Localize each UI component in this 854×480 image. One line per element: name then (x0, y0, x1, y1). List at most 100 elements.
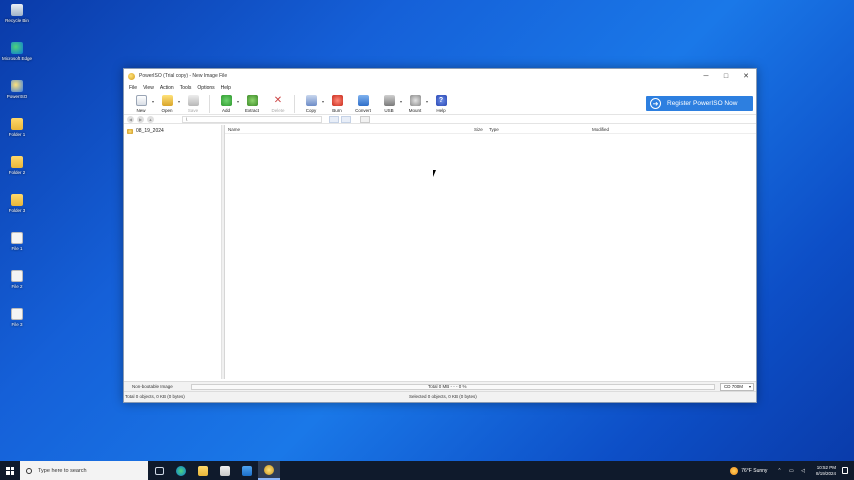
taskbar-poweriso[interactable] (258, 461, 280, 480)
menu-tools[interactable]: Tools (177, 85, 195, 91)
file-list-header: Name Size Type Modified (225, 125, 756, 134)
tray-icons[interactable]: ⌃ ▭ ◁ (777, 468, 808, 474)
clock[interactable]: 10:52 PM 8/19/2024 (816, 465, 836, 477)
desktop-icon-label: Folder 3 (8, 208, 26, 213)
taskbar-store[interactable] (214, 461, 236, 480)
menu-action[interactable]: Action (157, 85, 177, 91)
minimize-button[interactable]: ─ (696, 69, 716, 83)
edge-icon (11, 42, 23, 54)
menu-options[interactable]: Options (194, 85, 217, 91)
tree-item-root[interactable]: 08_19_2024 (127, 128, 221, 134)
desktop-icon-file-3[interactable]: File 3 (2, 308, 32, 327)
desktop-icon-file-2[interactable]: File 2 (2, 270, 32, 289)
copy-disc-icon (305, 95, 317, 106)
taskbar-search[interactable]: Type here to search (20, 461, 148, 480)
file-icon (11, 308, 23, 320)
copy-button[interactable]: Copy ▾ (298, 93, 324, 113)
menu-bar: File View Action Tools Options Help (124, 83, 756, 93)
help-button[interactable]: ? Help (428, 93, 454, 113)
add-button[interactable]: Add ▾ (213, 93, 239, 113)
column-name[interactable]: Name (228, 127, 240, 132)
toolbar-separator (294, 95, 295, 113)
taskbar-mail[interactable] (236, 461, 258, 480)
start-button[interactable] (0, 461, 20, 480)
desktop-icon-folder-3[interactable]: Folder 3 (2, 194, 32, 213)
arrow-right-icon: ➜ (650, 98, 661, 109)
path-input[interactable]: \ (182, 116, 322, 123)
burn-button[interactable]: Burn (324, 93, 350, 113)
desktop-icon-folder-2[interactable]: Folder 2 (2, 156, 32, 175)
help-icon: ? (435, 95, 447, 106)
recycle-bin-icon (11, 4, 23, 16)
desktop-icon-label: Recycle Bin (5, 18, 29, 23)
objects-total-label: Total 0 objects, 0 KB (0 bytes) (125, 394, 185, 399)
column-type[interactable]: Type (489, 127, 499, 132)
register-button[interactable]: ➜ Register PowerISO Now (646, 96, 753, 111)
view-mode-icon[interactable] (341, 116, 351, 123)
column-modified[interactable]: Modified (592, 127, 609, 132)
desktop-icon-folder-1[interactable]: Folder 1 (2, 118, 32, 137)
weather-widget[interactable]: 76°F Sunny (741, 468, 767, 474)
up-folder-icon[interactable]: ▲ (147, 115, 154, 123)
delete-icon: ✕ (273, 95, 283, 106)
desktop-icon-label: File 1 (11, 246, 23, 251)
weather-sun-icon (730, 466, 739, 475)
new-button[interactable]: New ▾ (128, 93, 154, 113)
mount-icon (409, 95, 421, 106)
file-list[interactable]: Name Size Type Modified (225, 125, 756, 379)
menu-help[interactable]: Help (218, 85, 234, 91)
poweriso-icon (11, 80, 23, 92)
burn-icon (331, 95, 343, 106)
edge-icon (176, 465, 186, 476)
file-icon (11, 270, 23, 282)
add-icon (220, 95, 232, 106)
back-icon[interactable]: ◀ (127, 115, 134, 123)
mount-button[interactable]: Mount ▾ (402, 93, 428, 113)
desktop-icon-label: Folder 1 (8, 132, 26, 137)
convert-button[interactable]: Convert (350, 93, 376, 113)
search-icon (26, 467, 32, 474)
forward-icon[interactable]: ▶ (137, 115, 144, 123)
delete-button[interactable]: ✕ Delete (265, 93, 291, 113)
layout-icon[interactable] (360, 116, 370, 123)
window-title: PowerISO (Trial copy) - New Image File (139, 73, 228, 79)
file-icon (11, 232, 23, 244)
system-tray: 76°F Sunny ⌃ ▭ ◁ 10:52 PM 8/19/2024 (730, 465, 854, 477)
menu-view[interactable]: View (140, 85, 157, 91)
notification-icon[interactable] (842, 467, 848, 474)
desktop-icon-file-1[interactable]: File 1 (2, 232, 32, 251)
help-label: Help (436, 108, 446, 113)
folder-icon (11, 194, 23, 206)
folder-tree: 08_19_2024 (124, 125, 222, 379)
tree-item-label: 08_19_2024 (136, 128, 164, 134)
open-button[interactable]: Open ▾ (154, 93, 180, 113)
search-placeholder: Type here to search (38, 467, 87, 474)
clock-time: 10:52 PM (816, 464, 836, 470)
maximize-button[interactable]: □ (716, 69, 736, 83)
usb-label: USB (384, 108, 394, 113)
save-button[interactable]: Save (180, 93, 206, 113)
desktop-icon-edge[interactable]: Microsoft Edge (2, 42, 32, 61)
folder-view-icon[interactable] (329, 116, 339, 123)
media-size-select[interactable]: CD 700M ▾ (720, 383, 754, 391)
desktop-icon-recycle-bin[interactable]: Recycle Bin (2, 4, 32, 23)
usb-button[interactable]: USB ▾ (376, 93, 402, 113)
clock-date: 8/19/2024 (815, 470, 836, 476)
mouse-cursor (433, 170, 436, 177)
task-view-button[interactable] (148, 461, 170, 480)
taskbar-edge[interactable] (170, 461, 192, 480)
menu-file[interactable]: File (126, 85, 140, 91)
extract-button[interactable]: Extract (239, 93, 265, 113)
taskbar-file-explorer[interactable] (192, 461, 214, 480)
folder-icon (11, 118, 23, 130)
title-bar[interactable]: PowerISO (Trial copy) - New Image File ─… (124, 69, 756, 83)
delete-label: Delete (271, 108, 285, 113)
windows-logo-icon (6, 466, 14, 475)
status-bar-objects: Total 0 objects, 0 KB (0 bytes) Selected… (124, 391, 756, 402)
close-button[interactable]: ✕ (736, 69, 756, 83)
burn-label: Burn (332, 108, 342, 113)
column-size[interactable]: Size (474, 127, 483, 132)
desktop-icon-poweriso[interactable]: PowerISO (2, 80, 32, 99)
register-label: Register PowerISO Now (667, 100, 738, 107)
media-size-value: CD 700M (724, 384, 744, 389)
